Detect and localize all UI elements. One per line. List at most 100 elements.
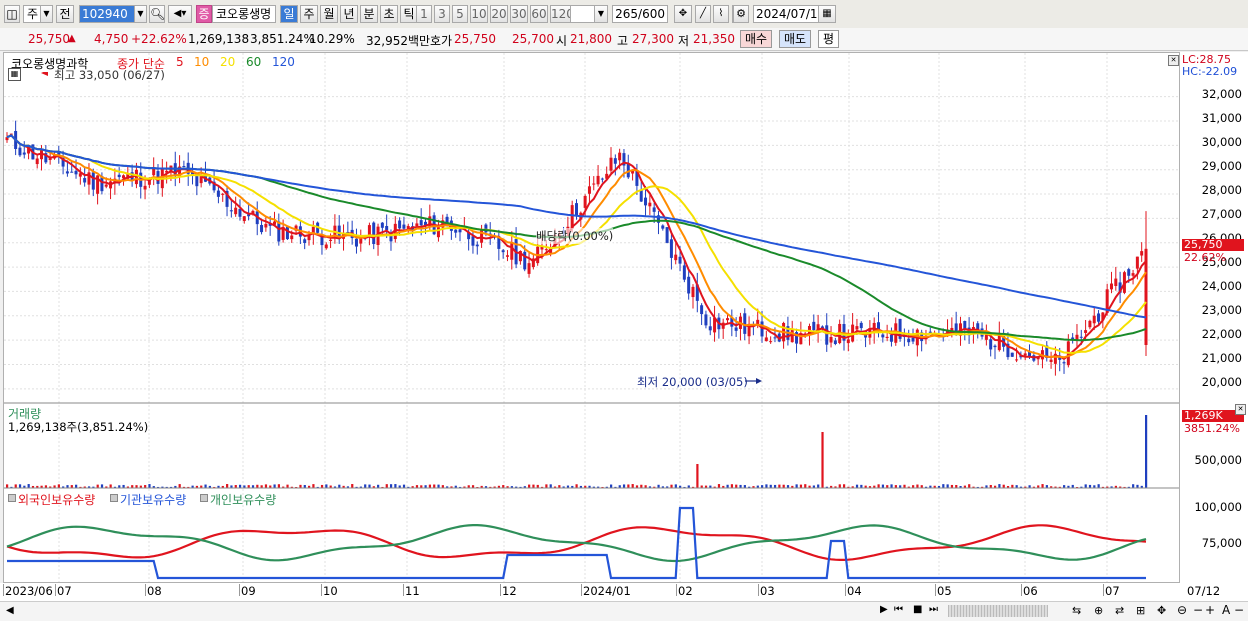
up-arrow-icon: ▲ [68,33,76,44]
date-tick-line [500,584,501,596]
date-tick-line [676,584,677,596]
candle-body [104,184,108,187]
candle-body [669,239,673,258]
candle-body [527,263,531,274]
volume-bar [18,484,22,488]
tab-5[interactable]: 초 [380,5,398,23]
chevron-down-icon[interactable]: ▼ [40,5,53,23]
interval-20[interactable]: 20 [490,5,508,23]
zoom-out-icon[interactable]: ⊖ [1177,603,1187,617]
volume-pct: 3,851.24% [250,32,315,46]
candle-body [881,334,885,338]
move-icon[interactable]: ✥ [1157,604,1166,617]
gear-icon[interactable]: ⚙ [733,5,749,23]
candle-body [829,336,833,343]
candle-body [229,210,233,212]
low-note: 최저 20,000 (03/05) [637,375,748,389]
stock-badge: 증 [196,5,212,23]
volume-bar [96,484,99,488]
compare-icon[interactable]: ⇄ [1115,604,1124,617]
scroll-left-icon[interactable]: ◀ [6,605,14,616]
minimize-icon[interactable]: − [1234,603,1244,617]
sound-icon[interactable]: ◀▾ [168,5,192,23]
close-icon[interactable]: ✕ [1168,55,1179,66]
tab-0[interactable]: 일 [280,5,298,23]
candle-body [885,336,889,339]
sell-button[interactable]: 매도 [779,30,812,48]
search-icon[interactable]: 🔍︎ [149,5,165,23]
volume-bar [842,484,846,488]
count-input[interactable]: 265/600 [612,5,668,23]
volume-bar [1145,415,1148,488]
table-icon[interactable]: ▦ [8,68,21,81]
scroll-bar[interactable]: ◀ ▶ ⏮ ■ ⏭ ⇆ ⊕ ⇄ ⊞ ✥ ⊖ − + A − [0,601,1248,621]
dividend-note: 배당락(0.00%) [536,228,614,244]
flat-button[interactable]: 평 [818,30,840,48]
buy-button[interactable]: 매수 [740,30,773,48]
ma-period-60: 60 [246,55,262,69]
date-tick-line [321,584,322,596]
price-tick: 27,000 [1201,207,1242,221]
prev-button[interactable]: 전 [56,5,74,23]
last-page-icon[interactable]: ⏭ [929,604,938,615]
date-tick: 03 [760,584,775,598]
interval-30[interactable]: 30 [510,5,528,23]
volume-bar [696,464,699,488]
interval-5[interactable]: 5 [452,5,468,23]
zoom-minus-icon[interactable]: − [1193,603,1203,617]
zoom-plus-icon[interactable]: + [1205,603,1215,617]
first-page-icon[interactable]: ⏮ [894,604,903,615]
volume-bar [968,484,971,488]
code-dropdown-icon[interactable]: ▼ [134,5,147,23]
volume-bar [385,484,388,488]
candle-body [1109,283,1113,290]
interval-120[interactable]: 120 [550,5,574,23]
zoom-area-icon[interactable]: ⇆ [1072,604,1081,617]
date-tick-line [1021,584,1022,596]
volume-bar [627,484,630,488]
crosshair-icon[interactable]: ⊕ [1094,604,1103,617]
volume-close-icon[interactable]: ✕ [1235,404,1246,415]
volume-bar [877,484,880,488]
date-tick: 10 [323,584,338,598]
candle-body [117,174,121,178]
tab-2[interactable]: 월 [320,5,338,23]
volume-bar [109,484,112,488]
volume-bar [549,484,552,488]
font-size-icon[interactable]: A [1222,603,1230,617]
interval-dropdown-icon[interactable]: ▼ [594,5,608,23]
scroll-thumb[interactable] [948,605,1048,617]
volume-bar [264,484,268,488]
window-icon[interactable]: ◫ [4,5,20,23]
stop-icon[interactable]: ■ [913,604,922,615]
current-price-marker: 25,750 [1182,239,1244,251]
interval-60[interactable]: 60 [530,5,548,23]
layout-icon[interactable]: ⊞ [1136,604,1145,617]
candle-body [385,225,389,231]
interval-3[interactable]: 3 [434,5,450,23]
chart-area[interactable]: 코오롱생명과학 종가 단순 5 10 20 60 120 ▦ 최고 33,050 (06… [3,52,1180,583]
stock-code-input[interactable]: 102940 [79,5,135,23]
volume-bar [100,484,104,488]
volume-bar [1132,484,1135,488]
draw-line-icon[interactable]: ╱ [695,5,711,23]
candle-body [644,197,648,206]
interval-10[interactable]: 10 [470,5,488,23]
candle-body [1127,269,1131,276]
tab-3[interactable]: 년 [340,5,358,23]
volume-bar [730,484,734,488]
chart-tool-icon[interactable]: ✥ [674,5,692,23]
scroll-right-icon[interactable]: ▶ [880,604,888,615]
candle-body [182,165,186,167]
volume-bar [6,484,9,488]
tab-1[interactable]: 주 [300,5,318,23]
date-tick-line [1103,584,1104,596]
interval-1[interactable]: 1 [416,5,432,23]
holding-lines [6,506,1147,580]
indicator-icon[interactable]: ⌇ [713,5,729,23]
candle-body [74,170,78,175]
date-input[interactable]: 2024/07/12 [753,5,825,23]
calendar-icon[interactable]: ▦ [818,5,836,23]
tab-4[interactable]: 분 [360,5,378,23]
volume-bar [998,484,1001,488]
